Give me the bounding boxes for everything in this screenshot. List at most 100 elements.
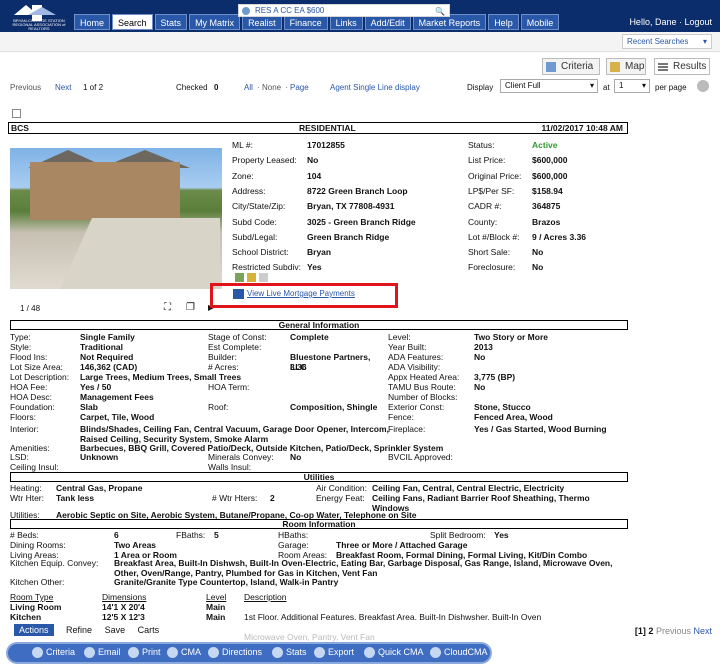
summary-label: Lot #/Block #: [468,231,520,242]
tour-icon[interactable] [259,273,268,282]
field-value: Unknown [80,452,119,462]
search-bar [0,32,720,52]
tab-save[interactable]: Save [105,625,126,635]
nav-mobile[interactable]: Mobile [520,14,560,30]
field-label: Ceiling Insul: [10,462,59,472]
toolbar-cma[interactable]: CMA [167,647,201,658]
per-page-select[interactable]: 1 ▾ [614,79,650,93]
display-select[interactable]: Client Full ▾ [500,79,598,93]
bottom-tabs: Actions Refine Save Carts [14,624,169,639]
per-page-label: per page [655,83,687,92]
field-label: Kitchen Other: [10,577,65,587]
next-link[interactable]: Next [693,626,712,636]
summary-value: Bryan [307,247,332,258]
summary-label: Short Sale: [468,247,511,258]
results-pager: Previous Next 1 of 2 Checked 0 All · Non… [10,83,687,92]
chevron-down-icon: ▾ [589,81,594,90]
check-none-link[interactable]: None [262,83,281,92]
toolbar-email[interactable]: Email [84,647,121,658]
page-numbers[interactable]: [1] 2 [635,626,654,636]
toolbar-quick-cma[interactable]: Quick CMA [364,647,424,658]
previous-link[interactable]: Previous [10,83,41,92]
field-label: # Beds: [10,530,39,540]
toolbar-export[interactable]: Export [314,647,354,658]
summary-label: LP$/Per SF: [468,185,515,196]
table-header: Room Type [10,592,54,602]
toolbar-criteria[interactable]: Criteria [32,647,75,658]
field-label: Wtr Hter: [10,493,44,503]
photo-icon[interactable] [235,273,244,282]
table-cell: Main [206,602,226,612]
agent-single-line-link[interactable]: Agent Single Line display [330,83,420,92]
listing-header: BCS RESIDENTIAL 11/02/2017 10:48 AM [8,122,628,134]
summary-value: 3025 - Green Branch Ridge [307,216,416,227]
table-cell: 1st Floor. Additional Features. Breakfas… [244,612,542,622]
field-label: HOA Fee: [10,382,48,392]
next-link[interactable]: Next [55,83,71,92]
photo-house [30,162,180,220]
nav-search[interactable]: Search [112,14,153,30]
list-icon [658,63,668,71]
email-icon [84,647,95,658]
criteria-button[interactable]: Criteria [542,58,600,75]
user-greeting[interactable]: Hello, Dane · Logout [629,17,712,27]
field-value: Slab [80,402,98,412]
field-label: Appx Heated Area: [388,372,460,382]
current-search[interactable]: RES A CC EA $600 🔍 [238,4,450,17]
toolbar-directions[interactable]: Directions [208,647,262,658]
section-utilities: Utilities [10,472,628,482]
field-label: BVCIL Approved: [388,452,453,462]
mortgage-highlight: View Live Mortgage Payments [210,283,398,308]
field-label: # Wtr Hters: [212,493,258,503]
field-value: Yes / 50 [80,382,112,392]
tab-actions[interactable]: Actions [14,624,54,636]
expand-icon[interactable]: ⛶ [164,302,171,313]
recent-searches-dropdown[interactable]: Recent Searches ▾ [622,34,712,49]
field-label: Foundation: [10,402,55,412]
check-all-link[interactable]: All [244,83,253,92]
nav-help[interactable]: Help [488,14,519,30]
nav-home[interactable]: Home [74,14,111,30]
field-value: Granite/Granite Type Countertop, Island,… [114,577,339,587]
chevron-down-icon: ▾ [641,81,646,90]
field-label: # Acres: [208,362,239,372]
summary-value: No [307,155,319,166]
map-pin-icon[interactable] [247,273,256,282]
gear-icon[interactable] [697,80,709,92]
nav-my-matrix[interactable]: My Matrix [189,14,241,30]
nav-stats[interactable]: Stats [154,14,188,30]
toolbar-cloudcma[interactable]: CloudCMA [430,647,488,658]
field-value: Not Required [80,352,134,362]
field-label: Walls Insul: [208,462,252,472]
field-value: 2013 [474,342,493,352]
tab-refine[interactable]: Refine [66,625,92,635]
map-icon [610,62,620,72]
field-value: Composition, Shingle [290,402,378,412]
field-value: Traditional [80,342,123,352]
toolbar-print[interactable]: Print [128,647,161,658]
map-button[interactable]: Map [606,58,646,75]
field-label: HOA Term: [208,382,250,392]
summary-value: No [532,247,544,258]
toolbar-stats[interactable]: Stats [272,647,307,658]
previous-link[interactable]: Previous [656,626,691,636]
copy-icon[interactable]: ❐ [186,302,195,313]
tab-carts[interactable]: Carts [138,625,160,635]
field-label: Flood Ins: [10,352,48,362]
field-value: Central Gas, Propane [56,483,143,493]
summary-value: Yes [307,262,322,273]
summary-label: ML #: [232,140,253,150]
mortgage-link[interactable]: View Live Mortgage Payments [247,289,355,298]
field-label: Number of Blocks: [388,392,458,402]
field-value: Breakfast Area, Built-In Dishwsh, Built-… [114,558,613,578]
section-general: General Information [10,320,628,330]
check-page-link[interactable]: Page [290,83,309,92]
search-icon[interactable]: 🔍 [435,6,445,18]
summary-value: 104 [307,170,322,181]
results-button[interactable]: Results [654,58,710,75]
summary-value: 8722 Green Branch Loop [307,185,408,196]
listing-checkbox[interactable] [12,109,21,118]
field-label: TAMU Bus Route: [388,382,456,392]
chevron-down-icon: ▾ [702,37,707,46]
field-value: Blinds/Shades, Ceiling Fan, Central Vacu… [80,424,389,444]
